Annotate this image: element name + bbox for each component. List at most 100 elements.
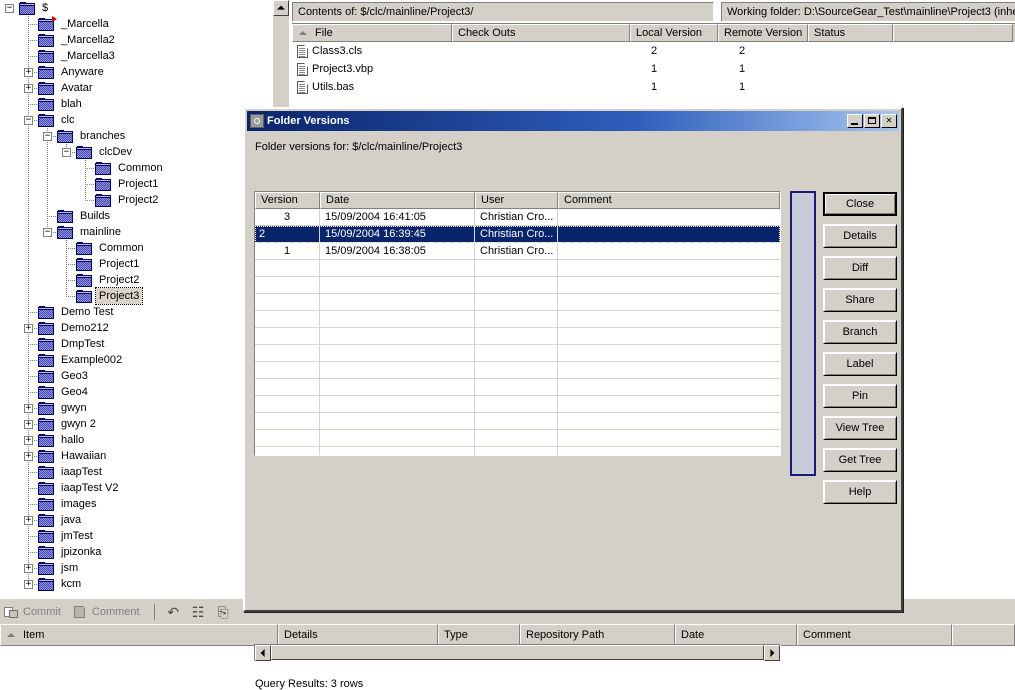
tree-toggle-cell[interactable]: − [38, 224, 57, 240]
close-button[interactable]: Close [823, 192, 897, 216]
version-row[interactable]: 3 15/09/2004 16:41:05 Christian Cro... [255, 208, 780, 226]
version-row-selected[interactable]: 2 15/09/2004 16:39:45 Christian Cro... [255, 225, 780, 243]
diff-icon[interactable]: ☷ [190, 604, 207, 620]
comment-button[interactable]: Comment [69, 601, 148, 623]
file-row[interactable]: Project3.vbp 1 1 [292, 60, 1015, 78]
tree-toggle-cell[interactable]: − [38, 128, 57, 144]
file-list-header-row[interactable]: File Check Outs Local Version Remote Versio… [292, 24, 1015, 42]
collapse-icon[interactable]: − [62, 148, 71, 157]
tree-item-clcdev[interactable]: − clcDev [0, 144, 272, 160]
details-button[interactable]: Details [823, 224, 897, 248]
expand-icon[interactable]: + [24, 324, 33, 333]
file-column-header-remote-version[interactable]: Remote Version [718, 24, 808, 42]
tree-item-common[interactable]: Common [0, 240, 272, 256]
close-window-button[interactable]: ✕ [881, 114, 897, 128]
tree-item-blah[interactable]: blah [0, 96, 272, 112]
tree-toggle-cell[interactable]: + [19, 560, 38, 576]
version-row[interactable]: 1 15/09/2004 16:38:05 Christian Cro... [255, 242, 780, 260]
tree-item-java[interactable]: + java [0, 512, 272, 528]
tree-item-kcm[interactable]: + kcm [0, 576, 272, 592]
tree-item-gwyn[interactable]: + gwyn [0, 400, 272, 416]
tree-item-jmtest[interactable]: jmTest [0, 528, 272, 544]
tree-item-geo3[interactable]: Geo3 [0, 368, 272, 384]
help-button[interactable]: Help [823, 480, 897, 504]
share-button[interactable]: Share [823, 288, 897, 312]
tree-item-mainline[interactable]: − mainline [0, 224, 272, 240]
scroll-right-button[interactable] [764, 644, 780, 661]
tree-item-dmptest[interactable]: DmpTest [0, 336, 272, 352]
tree-item--marcella2[interactable]: _Marcella2 [0, 32, 272, 48]
file-row[interactable]: Class3.cls 2 2 [292, 42, 1015, 60]
dialog-button-column[interactable]: Close Details Diff Share Branch Label Pin View … [823, 192, 897, 512]
file-column-header-file[interactable]: File [292, 24, 452, 42]
expand-icon[interactable]: + [24, 436, 33, 445]
tree-item--[interactable]: − $ [0, 0, 272, 16]
expand-icon[interactable]: + [24, 68, 33, 77]
tree-item-jpizonka[interactable]: jpizonka [0, 544, 272, 560]
tree-toggle-cell[interactable]: + [19, 80, 38, 96]
tree-item-anyware[interactable]: + Anyware [0, 64, 272, 80]
file-row[interactable]: Utils.bas 1 1 [292, 78, 1015, 96]
pending-column-header-type[interactable]: Type [438, 624, 520, 646]
pending-column-header-date[interactable]: Date [675, 624, 797, 646]
pin-button[interactable]: Pin [823, 384, 897, 408]
expand-icon[interactable]: + [24, 580, 33, 589]
tree-toggle-cell[interactable]: + [19, 576, 38, 592]
tree-item-iaaptest-v2[interactable]: iaapTest V2 [0, 480, 272, 496]
pending-column-header-repository-path[interactable]: Repository Path [520, 624, 675, 646]
branch-button[interactable]: Branch [823, 320, 897, 344]
file-list-rows[interactable]: Class3.cls 2 2 Project3.vbp 1 1 Utils.bas 1 1 [292, 42, 1015, 96]
pending-column-header-comment[interactable]: Comment [797, 624, 952, 646]
tree-item--marcella3[interactable]: _Marcella3 [0, 48, 272, 64]
expand-icon[interactable]: + [24, 84, 33, 93]
tree-item-example002[interactable]: Example002 [0, 352, 272, 368]
version-column-header-date[interactable]: Date [320, 192, 475, 209]
file-column-header-blank[interactable] [893, 24, 1013, 42]
folder-versions-dialog[interactable]: Folder Versions ✕ Folder versions for: $… [243, 107, 903, 690]
tree-item-demo-test[interactable]: Demo Test [0, 304, 272, 320]
tree-item-project2[interactable]: Project2 [0, 272, 272, 288]
tree-item-hallo[interactable]: + hallo [0, 432, 272, 448]
pending-column-header-item[interactable]: Item [0, 624, 278, 646]
label-button[interactable]: Label [823, 352, 897, 376]
dialog-splitter-panel[interactable] [790, 191, 816, 476]
versions-horizontal-scrollbar[interactable] [254, 644, 781, 661]
collapse-icon[interactable]: − [5, 4, 14, 13]
pending-column-header-blank[interactable] [952, 624, 1015, 646]
tree-item-project3[interactable]: Project3 [0, 287, 272, 305]
file-column-header-check-outs[interactable]: Check Outs [452, 24, 630, 42]
tree-item-project2[interactable]: Project2 [0, 192, 272, 208]
get-tree-button[interactable]: Get Tree [823, 448, 897, 472]
tree-toggle-cell[interactable]: − [57, 144, 76, 160]
tree-item-jsm[interactable]: + jsm [0, 560, 272, 576]
tree-item-gwyn-2[interactable]: + gwyn 2 [0, 416, 272, 432]
collapse-icon[interactable]: − [43, 228, 52, 237]
scrollbar-thumb[interactable] [271, 645, 764, 660]
pending-changes-header-row[interactable]: Item Details Type Repository Path Date Commen… [0, 624, 1015, 646]
file-column-header-local-version[interactable]: Local Version [630, 24, 718, 42]
version-column-header-comment[interactable]: Comment [558, 192, 780, 209]
tree-toggle-cell[interactable]: + [19, 400, 38, 416]
expand-icon[interactable]: + [24, 420, 33, 429]
versions-header-row[interactable]: Version Date User Comment [255, 192, 780, 209]
copy-icon[interactable]: ⎘ [215, 604, 232, 620]
tree-item-builds[interactable]: Builds [0, 208, 272, 224]
maximize-button[interactable] [864, 114, 880, 128]
tree-toggle-cell[interactable]: + [19, 448, 38, 464]
tree-item-branches[interactable]: − branches [0, 128, 272, 144]
expand-icon[interactable]: + [24, 564, 33, 573]
pending-column-header-details[interactable]: Details [278, 624, 438, 646]
tree-item--marcella[interactable]: _Marcella [0, 15, 272, 32]
expand-icon[interactable]: + [24, 404, 33, 413]
tree-toggle-cell[interactable]: + [19, 320, 38, 336]
tree-item-clc[interactable]: − clc [0, 112, 272, 128]
view-tree-button[interactable]: View Tree [823, 416, 897, 440]
diff-button[interactable]: Diff [823, 256, 897, 280]
tree-item-common[interactable]: Common [0, 160, 272, 176]
minimize-button[interactable] [847, 114, 863, 128]
repository-tree-pane[interactable]: − $ _Marcella _Marcella2 _Marcella3 + Anyware +… [0, 0, 272, 598]
tree-item-project1[interactable]: Project1 [0, 256, 272, 272]
versions-list[interactable]: Version Date User Comment 3 15/09/2004 16:41… [254, 191, 781, 456]
tree-toggle-cell[interactable]: + [19, 512, 38, 528]
file-column-header-status[interactable]: Status [808, 24, 893, 42]
